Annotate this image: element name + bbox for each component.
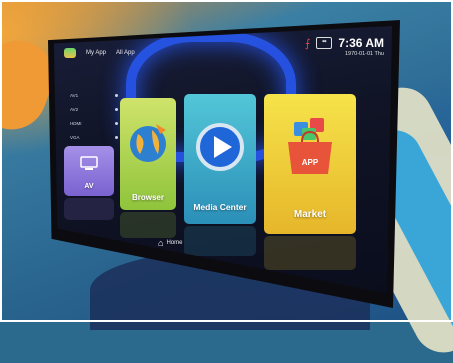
av-tile-label: AV [84, 183, 94, 190]
top-nav: My App All App [64, 48, 135, 58]
all-app-link[interactable]: All App [116, 50, 135, 56]
tile-reflection [64, 198, 114, 220]
dot-icon [115, 135, 118, 139]
source-item-hdmi[interactable]: HDMI [70, 116, 118, 130]
source-item-av2[interactable]: AV2 [70, 102, 118, 116]
my-app-link[interactable]: My App [86, 50, 106, 56]
status-area: ⨍ ⬌ 7:36 AM 1970-01-01 Thu [305, 36, 384, 57]
market-badge: APP [301, 158, 319, 167]
home-button[interactable]: ⌂ Home [158, 238, 182, 248]
home-icon: ⌂ [158, 238, 164, 248]
monitor-icon [80, 156, 98, 170]
wifi-icon: ⨍ [304, 37, 311, 50]
source-label: AV1 [70, 92, 79, 98]
media-center-tile-label: Media Center [193, 202, 247, 212]
source-label: HDMI [70, 120, 82, 126]
browser-tile[interactable]: Browser [120, 98, 176, 210]
usb-icon: ⬌ [316, 37, 333, 49]
dot-icon [115, 107, 118, 111]
home-label: Home [166, 240, 183, 246]
tile-reflection [184, 226, 256, 256]
source-label: AV2 [70, 106, 79, 112]
input-source-list: AV1 AV2 HDMI VGA [70, 88, 118, 144]
source-label: VGA [70, 134, 80, 140]
market-tile-label: Market [293, 209, 327, 220]
shopping-bag-icon [288, 118, 332, 174]
date: 1970-01-01 Thu [344, 51, 384, 57]
source-item-av1[interactable]: AV1 [70, 88, 118, 102]
browser-tile-label: Browser [131, 193, 164, 202]
av-tile[interactable]: AV [64, 146, 114, 196]
dot-icon [115, 121, 118, 125]
browser-globe-icon [130, 124, 166, 162]
play-icon [196, 123, 244, 171]
media-center-tile[interactable]: Media Center [184, 94, 256, 224]
dot-icon [115, 93, 118, 97]
source-item-vga[interactable]: VGA [70, 130, 118, 144]
app-logo-icon [64, 48, 76, 58]
market-tile[interactable]: APP Market [264, 94, 356, 234]
tile-reflection [264, 236, 356, 270]
clock: 7:36 AM [338, 36, 384, 50]
tile-reflection [120, 212, 176, 238]
